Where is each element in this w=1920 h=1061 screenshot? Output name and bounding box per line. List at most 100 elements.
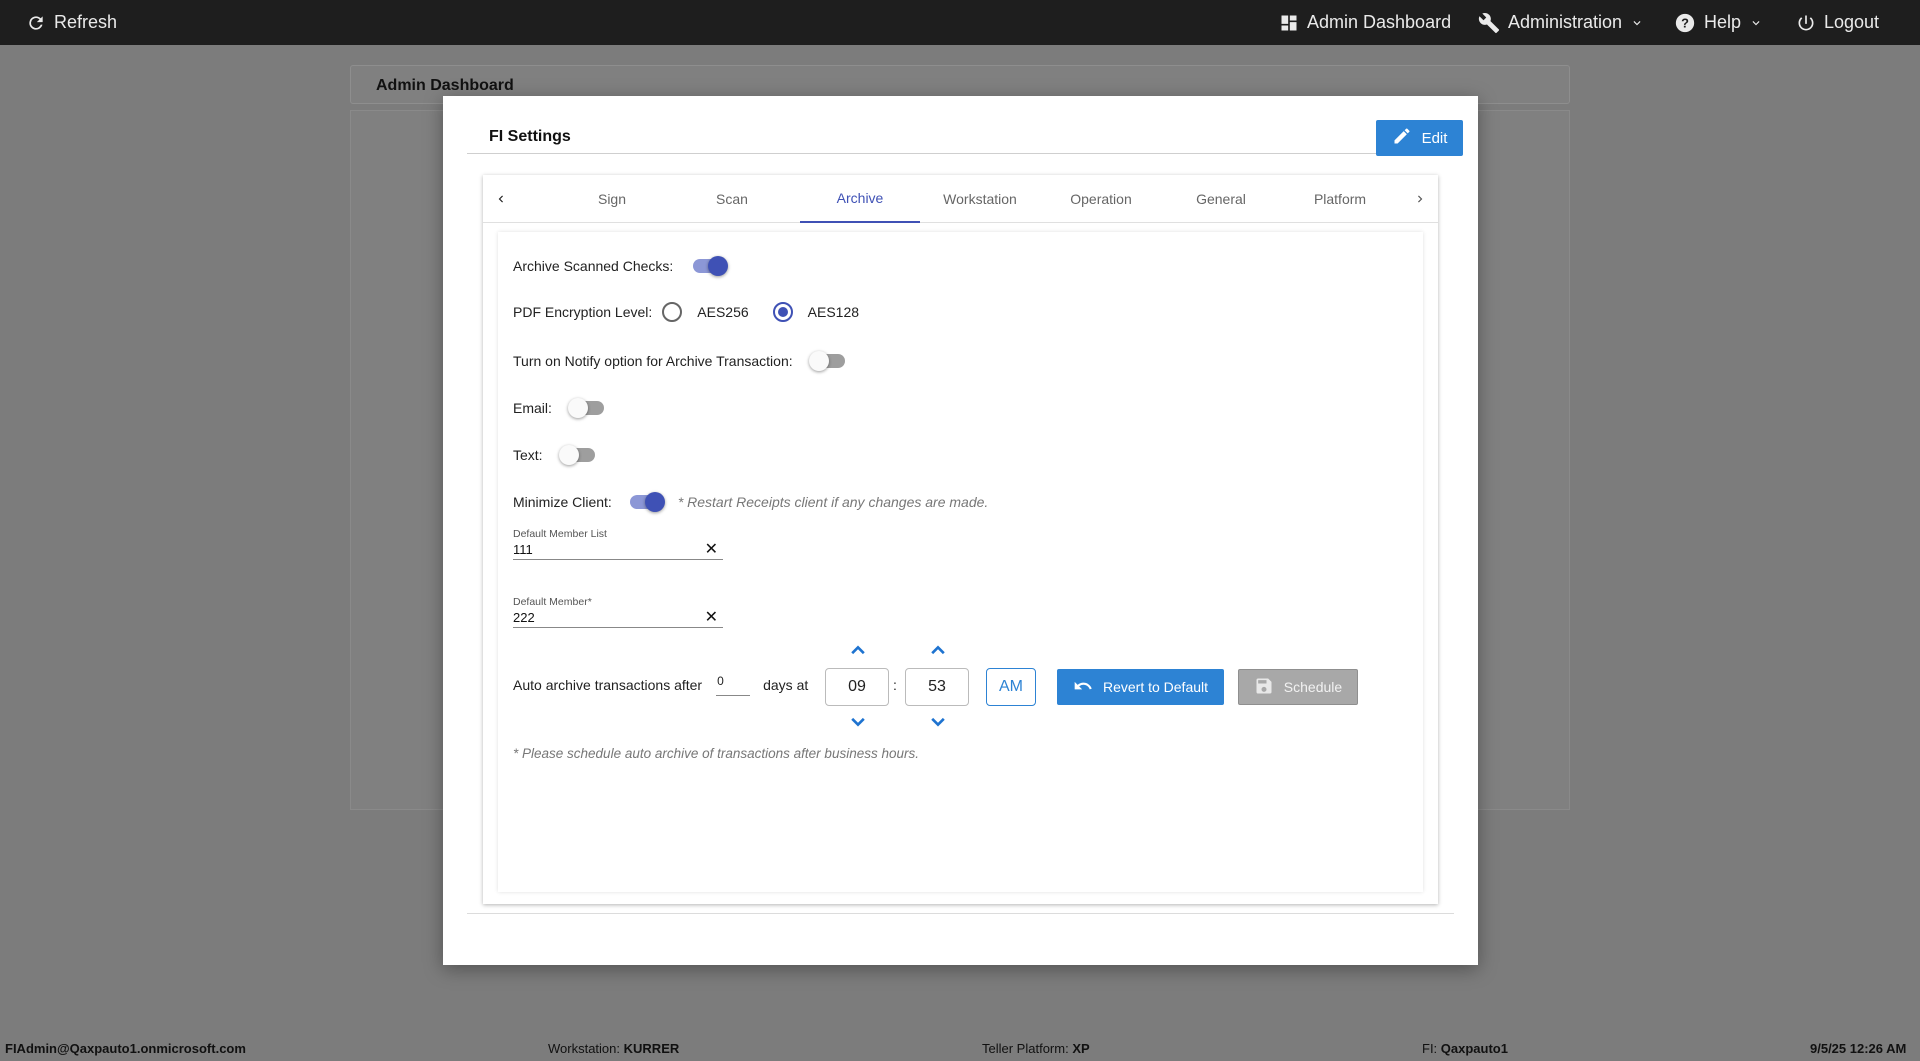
notify-toggle[interactable] [808, 351, 845, 371]
top-nav-bar: Refresh Admin Dashboard Administration ?… [0, 0, 1920, 45]
revert-label: Revert to Default [1102, 679, 1209, 695]
footer-datetime: 9/5/25 12:26 AM [1810, 1041, 1907, 1056]
logout-label: Logout [1824, 12, 1880, 32]
minute-increment-button[interactable] [928, 642, 948, 658]
dashboard-icon [1279, 13, 1299, 33]
chevron-down-icon [1630, 16, 1644, 30]
administration-menu[interactable]: Administration [1478, 0, 1644, 45]
tab-label: Platform [1313, 191, 1367, 207]
tab-sign[interactable]: Sign [552, 175, 672, 223]
background-dashboard-title: Admin Dashboard [376, 77, 514, 94]
schedule-hint-text: * Please schedule auto archive of transa… [513, 746, 919, 761]
tab-platform[interactable]: Platform [1280, 175, 1400, 223]
footer-fi: FI: Qaxpauto1 [1422, 1041, 1508, 1056]
minimize-client-label: Minimize Client: [513, 494, 612, 510]
tab-scroll-left-button[interactable] [489, 187, 513, 211]
default-member-label: Default Member* [513, 596, 592, 608]
footer-teller-platform: Teller Platform: XP [982, 1041, 1090, 1056]
administration-label: Administration [1508, 12, 1623, 32]
clear-icon[interactable]: ✕ [705, 607, 718, 627]
pdf-encryption-label: PDF Encryption Level: [513, 304, 653, 320]
aes256-radio[interactable] [662, 302, 683, 322]
minute-input[interactable]: 53 [905, 668, 969, 706]
tab-label: Operation [1070, 191, 1132, 207]
schedule-button[interactable]: Schedule [1238, 669, 1358, 705]
minimize-client-row: Minimize Client: * Restart Receipts clie… [513, 492, 988, 512]
hour-input[interactable]: 09 [825, 668, 889, 706]
auto-archive-days-input[interactable]: 0 [716, 674, 751, 696]
footer-workstation-value: KURRER [623, 1041, 680, 1056]
chevron-down-icon [851, 717, 865, 727]
tab-archive[interactable]: Archive [800, 175, 920, 223]
tab-workstation[interactable]: Workstation [920, 175, 1040, 223]
footer-teller-platform-label: Teller Platform: [982, 1041, 1069, 1056]
hour-decrement-button[interactable] [848, 714, 868, 730]
tab-operation[interactable]: Operation [1041, 175, 1161, 223]
footer-workstation: Workstation: KURRER [548, 1041, 679, 1056]
default-member-value: 222 [513, 610, 535, 625]
fi-settings-dialog: FI Settings Edit Sign Scan Archive Works… [443, 96, 1478, 965]
save-icon [1254, 676, 1274, 699]
tab-label: Workstation [943, 191, 1017, 207]
help-menu[interactable]: ? Help [1674, 0, 1763, 45]
email-toggle[interactable] [567, 398, 604, 418]
auto-archive-row: Auto archive transactions after 0 days a… [513, 674, 808, 696]
archive-scanned-checks-toggle[interactable] [691, 256, 729, 276]
notify-row: Turn on Notify option for Archive Transa… [513, 351, 845, 371]
tab-scroll-right-button[interactable] [1408, 187, 1432, 211]
dialog-divider [467, 913, 1454, 914]
chevron-up-icon [931, 645, 945, 655]
clear-icon[interactable]: ✕ [705, 539, 718, 559]
admin-dashboard-label: Admin Dashboard [1307, 12, 1452, 32]
text-toggle[interactable] [558, 445, 595, 465]
aes128-label: AES128 [807, 304, 860, 320]
refresh-icon [26, 13, 46, 33]
chevron-right-icon [1418, 195, 1423, 203]
edit-button[interactable]: Edit [1376, 120, 1463, 156]
minute-decrement-button[interactable] [928, 714, 948, 730]
email-label: Email: [513, 400, 552, 416]
tab-bar: Sign Scan Archive Workstation Operation … [483, 175, 1438, 223]
pencil-icon [1392, 126, 1412, 150]
tab-scan[interactable]: Scan [672, 175, 792, 223]
ampm-toggle-button[interactable]: AM [986, 668, 1036, 706]
default-member-list-label: Default Member List [513, 528, 607, 540]
chevron-left-icon [498, 195, 503, 203]
pdf-encryption-row: PDF Encryption Level: AES256 AES128 [513, 302, 859, 322]
refresh-label: Refresh [54, 12, 118, 32]
auto-archive-label: Auto archive transactions after [513, 677, 703, 693]
chevron-up-icon [851, 645, 865, 655]
refresh-button[interactable]: Refresh [26, 0, 117, 45]
footer-user: FIAdmin@Qaxpauto1.onmicrosoft.com [5, 1041, 246, 1056]
minimize-client-toggle[interactable] [628, 492, 665, 512]
footer-fi-value: Qaxpauto1 [1440, 1041, 1508, 1056]
hour-value: 09 [848, 678, 866, 695]
footer-fi-label: FI: [1422, 1041, 1438, 1056]
restart-hint: * Restart Receipts client if any changes… [677, 494, 989, 510]
aes128-radio[interactable] [772, 302, 793, 322]
tab-label: General [1196, 191, 1246, 207]
admin-dashboard-link[interactable]: Admin Dashboard [1279, 0, 1451, 45]
tab-label: Archive [836, 190, 884, 206]
footer-teller-platform-value: XP [1072, 1041, 1090, 1056]
tab-general[interactable]: General [1161, 175, 1281, 223]
time-separator: : [893, 677, 897, 693]
schedule-label: Schedule [1283, 679, 1343, 695]
minute-value: 53 [928, 678, 946, 695]
settings-tabs-panel: Sign Scan Archive Workstation Operation … [483, 175, 1438, 904]
undo-icon [1073, 676, 1093, 699]
notify-label: Turn on Notify option for Archive Transa… [513, 353, 793, 369]
hour-increment-button[interactable] [848, 642, 868, 658]
dialog-header: FI Settings Edit [467, 120, 1463, 156]
tab-label: Scan [716, 191, 748, 207]
tab-label: Sign [597, 191, 627, 207]
default-member-field[interactable]: Default Member* 222 ✕ [513, 596, 723, 628]
revert-to-default-button[interactable]: Revert to Default [1057, 669, 1224, 705]
footer-workstation-label: Workstation: [548, 1041, 621, 1056]
wrench-icon [1478, 12, 1500, 34]
status-bar: FIAdmin@Qaxpauto1.onmicrosoft.com Workst… [0, 1036, 1920, 1061]
logout-button[interactable]: Logout [1796, 0, 1879, 45]
power-icon [1796, 13, 1816, 33]
default-member-list-field[interactable]: Default Member List 111 ✕ [513, 528, 723, 560]
text-label: Text: [513, 447, 543, 463]
